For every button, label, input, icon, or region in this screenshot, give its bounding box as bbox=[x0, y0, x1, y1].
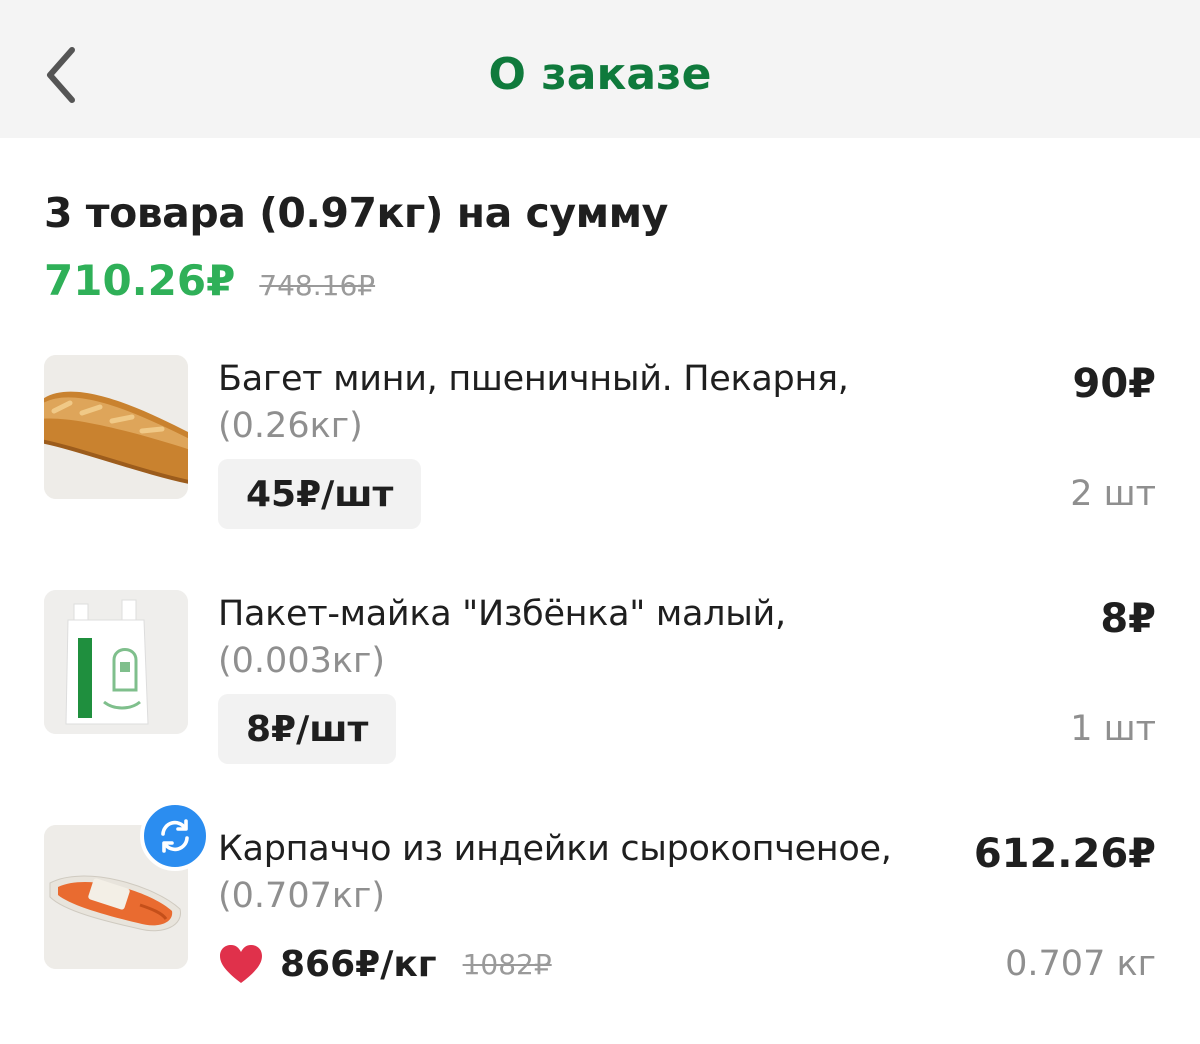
replace-badge[interactable] bbox=[140, 801, 210, 871]
item-weight: (0.707кг) bbox=[218, 876, 386, 916]
page-title: О заказе bbox=[488, 49, 712, 100]
replace-icon bbox=[161, 819, 189, 853]
top-bar: О заказе bbox=[0, 0, 1200, 138]
unit-price-chip: 45₽/шт bbox=[218, 459, 422, 529]
order-item[interactable]: Пакет-майка "Избёнка" малый, (0.003кг) 8… bbox=[0, 590, 1200, 790]
item-weight: (0.26кг) bbox=[218, 406, 363, 446]
item-name: Багет мини, пшеничный. Пекарня, bbox=[218, 359, 849, 399]
order-total-price: 710.26₽ bbox=[44, 256, 236, 305]
item-weight: (0.003кг) bbox=[218, 641, 386, 681]
unit-price: 866₽/кг bbox=[280, 943, 437, 985]
unit-old-price: 1082₽ bbox=[462, 947, 552, 981]
order-total-row: 710.26₽ 748.16₽ bbox=[44, 254, 375, 308]
heart-icon[interactable] bbox=[218, 943, 264, 985]
unit-price-chip: 8₽/шт bbox=[218, 694, 397, 764]
item-price: 90₽ bbox=[1072, 361, 1157, 407]
item-price: 8₽ bbox=[1100, 596, 1156, 642]
unit-price-row: 866₽/кг 1082₽ bbox=[218, 929, 552, 999]
item-quantity: 1 шт bbox=[1070, 709, 1156, 749]
item-name: Карпаччо из индейки сырокопченое, bbox=[218, 829, 892, 869]
order-total-old-price: 748.16₽ bbox=[259, 269, 376, 302]
product-image-bag[interactable] bbox=[44, 590, 188, 734]
order-item[interactable]: Карпаччо из индейки сырокопченое, (0.707… bbox=[0, 801, 1200, 1025]
shopping-bag-image bbox=[44, 590, 188, 734]
order-item[interactable]: Багет мини, пшеничный. Пекарня, (0.26кг)… bbox=[0, 355, 1200, 555]
item-name: Пакет-майка "Избёнка" малый, bbox=[218, 594, 786, 634]
item-price: 612.26₽ bbox=[973, 831, 1156, 877]
product-image-baguette[interactable] bbox=[44, 355, 188, 499]
baguette-image bbox=[44, 355, 188, 499]
order-summary-title: 3 товара (0.97кг) на сумму bbox=[44, 189, 668, 237]
item-quantity: 0.707 кг bbox=[1005, 944, 1156, 984]
item-quantity: 2 шт bbox=[1070, 474, 1156, 514]
